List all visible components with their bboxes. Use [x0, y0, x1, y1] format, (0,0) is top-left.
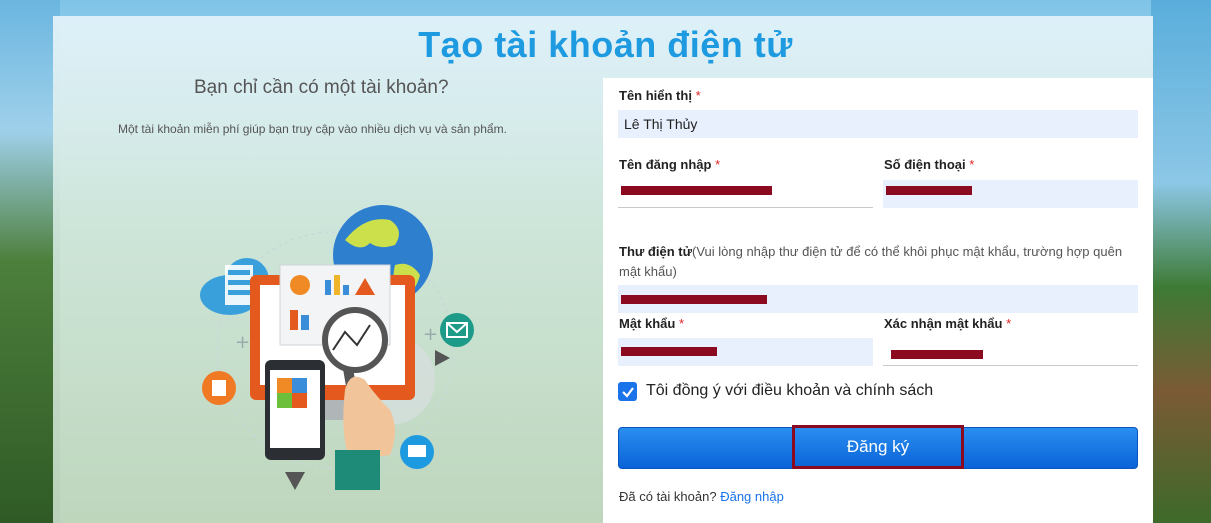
monitor-small-icon: [400, 435, 434, 469]
illustration: + +: [200, 205, 474, 490]
mail-icon: [440, 313, 474, 347]
login-link[interactable]: Đăng nhập: [720, 489, 784, 504]
background-left: [0, 0, 60, 523]
checkmark-icon: [621, 386, 634, 398]
register-button-label: Đăng ký: [846, 437, 910, 456]
display-name-input[interactable]: Lê Thị Thủy: [618, 110, 1138, 138]
svg-text:+: +: [423, 324, 438, 345]
redaction-confirm-password: [891, 350, 983, 359]
background-right: [1151, 0, 1211, 523]
login-prompt: Đã có tài khoản? Đăng nhập: [619, 489, 784, 504]
pie-report-icon: [202, 371, 236, 405]
page-title: Tạo tài khoản điện tử: [418, 24, 793, 65]
left-subtext: Một tài khoản miễn phí giúp bạn truy cập…: [118, 122, 507, 136]
puzzle-icon: [265, 360, 325, 460]
display-name-label: Tên hiển thị *: [619, 88, 701, 103]
redaction-username: [621, 186, 772, 195]
agree-label: Tôi đồng ý với điều khoản và chính sách: [646, 382, 934, 399]
username-label: Tên đăng nhập *: [619, 157, 721, 172]
redaction-phone: [886, 186, 972, 195]
phone-label: Số điện thoại *: [884, 157, 975, 172]
confirm-password-label: Xác nhận mật khẩu *: [884, 316, 1012, 331]
email-label: Thư điện tử(Vui lòng nhập thư điện tử để…: [619, 244, 1123, 279]
redaction-password: [621, 347, 717, 356]
left-heading: Bạn chỉ cần có một tài khoản?: [194, 77, 449, 98]
password-label: Mật khẩu *: [619, 316, 685, 331]
redaction-email: [621, 295, 767, 304]
svg-text:+: +: [235, 332, 250, 353]
agree-checkbox[interactable]: [618, 382, 637, 401]
